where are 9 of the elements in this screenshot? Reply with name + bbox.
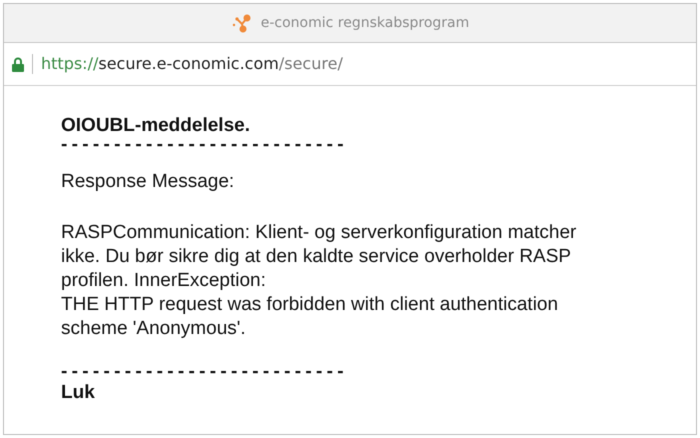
dashed-separator: --------------------------- xyxy=(61,138,349,152)
message-heading: OIOUBL-meddelelse. xyxy=(61,114,251,138)
window-title: e-conomic regnskabsprogram xyxy=(260,14,470,32)
close-link[interactable]: Luk xyxy=(61,382,95,402)
message-text: RASPCommunication: Klient- og serverkonfiguration matcher ikke. Du bør sikre dig at den kaldte service overholder RASP profilen. InnerException: THE HTTP request was forbidden with client authentication scheme 'Anonymous'. xyxy=(61,220,578,340)
logo-icon xyxy=(230,12,253,34)
message-label: Response Message: xyxy=(61,170,236,194)
address-field[interactable]: https://secure.e-conomic.com/secure/ xyxy=(41,52,343,76)
dashed-separator: --------------------------- xyxy=(61,364,349,378)
